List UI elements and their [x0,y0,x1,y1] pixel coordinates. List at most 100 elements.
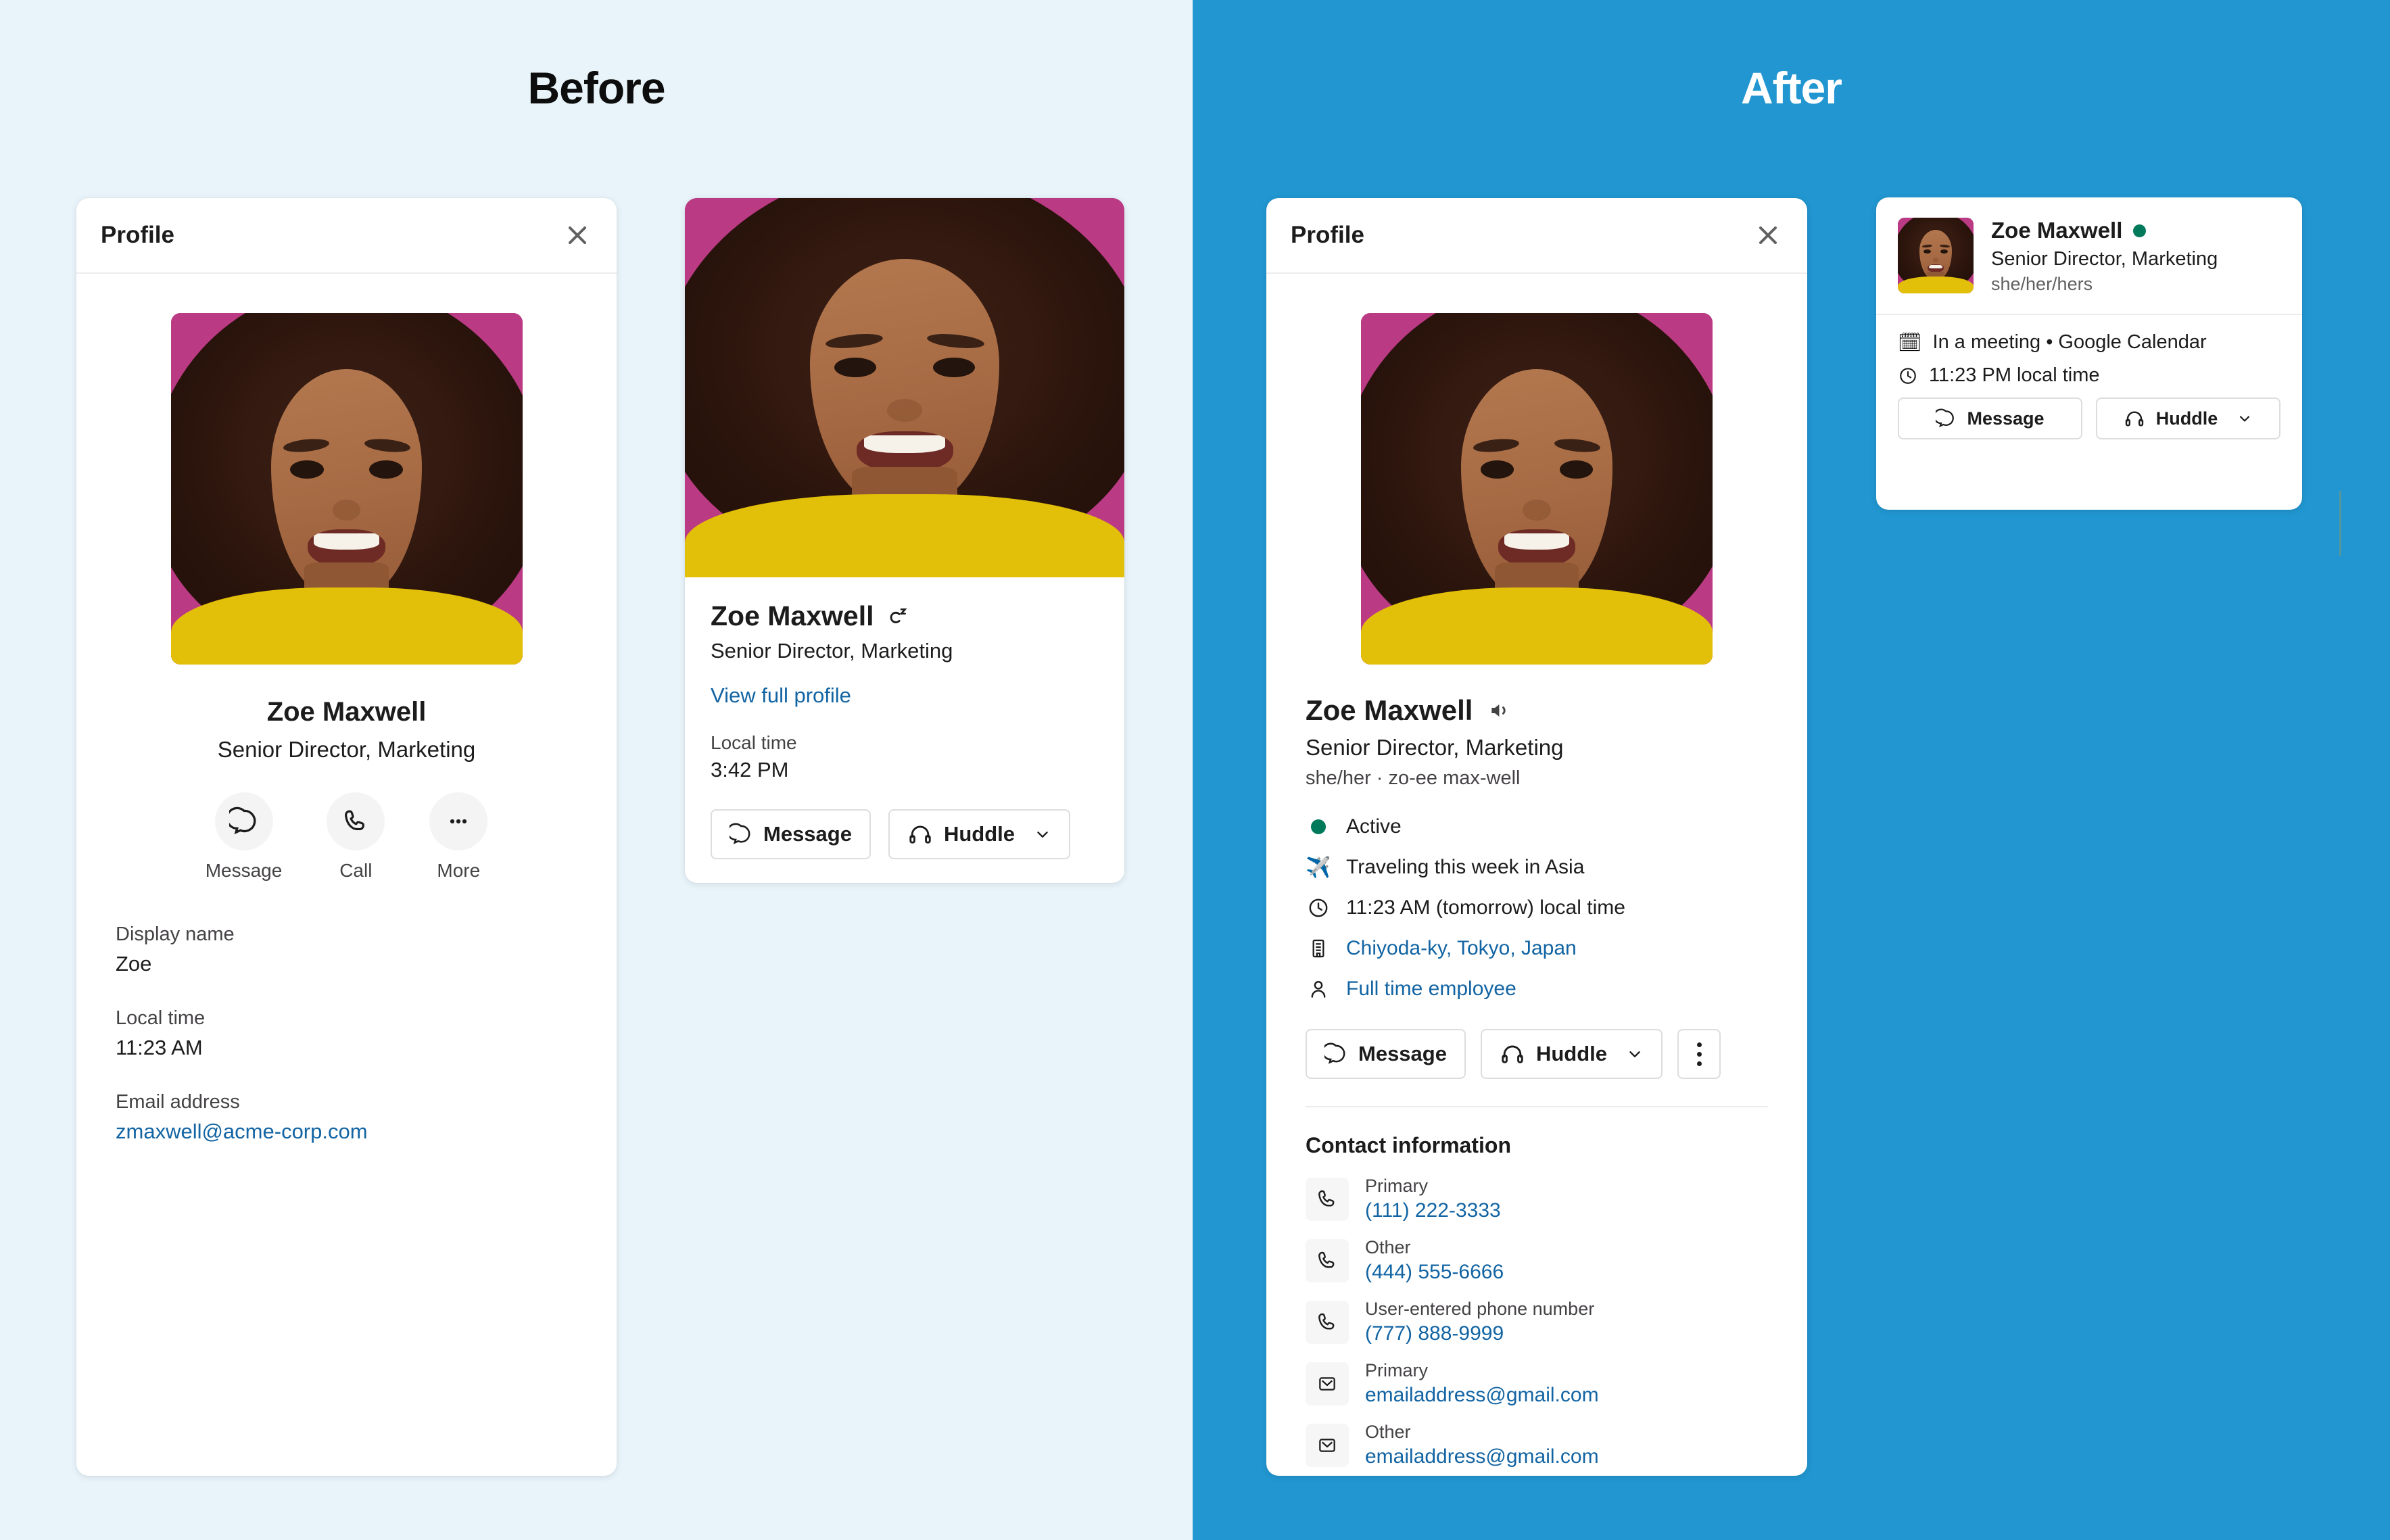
field-value: 11:23 AM [116,1036,203,1059]
envelope-icon [1306,1362,1349,1405]
profile-job-title: Senior Director, Marketing [711,639,953,663]
section-divider [1306,1106,1768,1107]
message-button-label: Message [1358,1042,1447,1065]
field-email-address: Email address zmaxwell@acme-corp.com [116,1091,577,1144]
headphones-icon [1502,1045,1523,1063]
field-local-time: Local time 11:23 AM [116,1007,577,1060]
local-time-label: Local time [711,732,797,753]
location-link[interactable]: Chiyoda-ky, Tokyo, Japan [1346,937,1577,960]
meta-text: Traveling this week in Asia [1346,856,1585,878]
employment-link[interactable]: Full time employee [1346,978,1516,1001]
presence-dot-icon [2133,224,2147,237]
message-button[interactable]: Message [1306,1029,1466,1079]
call-button-label: Call [339,860,373,881]
airplane-emoji-icon: ✈️ [1306,856,1331,879]
clock-icon [1900,367,1916,384]
close-icon[interactable] [1753,220,1783,250]
contact-value-link[interactable]: emailaddress@gmail.com [1365,1384,1599,1407]
call-button[interactable]: Call [327,792,385,882]
after-hover-card: Zoe Maxwell Senior Director, Marketing s… [1876,197,2302,510]
contact-row: Other (444) 555-6666 [1306,1237,1768,1284]
contact-label: Primary [1365,1360,1428,1380]
field-label: Local time [116,1007,206,1029]
name-row: Zoe Maxwell [1991,218,2218,243]
contact-row: User-entered phone number (777) 888-9999 [1306,1299,1768,1345]
message-button[interactable]: Message [206,792,282,882]
message-icon [214,792,273,850]
speaker-icon[interactable] [1487,698,1513,723]
profile-job-title: Senior Director, Marketing [1991,248,2218,270]
field-value: Zoe [116,952,152,976]
profile-name: Zoe Maxwell [1306,694,1473,726]
name-row: Zoe Maxwell [711,600,1099,632]
more-button[interactable]: More [429,792,488,882]
local-time-row: 11:23 PM local time [1898,364,2280,387]
meta-row-location[interactable]: Chiyoda-ky, Tokyo, Japan [1306,936,1768,961]
overflow-menu-button[interactable] [1677,1029,1721,1079]
profile-pronouns: she/her/hers [1991,274,2093,294]
profile-name: Zoe Maxwell [266,697,427,727]
profile-job-title: Senior Director, Marketing [217,737,476,762]
avatar [685,198,1124,577]
card-header: Profile [1266,198,1807,274]
headphones-icon [2125,411,2143,427]
meta-row-local-time: 11:23 AM (tomorrow) local time [1306,895,1768,921]
avatar [1361,313,1713,665]
local-time-value: 3:42 PM [711,758,789,781]
profile-action-buttons: Message Huddle [1306,1029,1768,1079]
field-display-name: Display name Zoe [116,923,577,976]
meta-row-presence: Active [1306,814,1768,840]
contact-list: Primary (111) 222-3333 Other (444) 555-6… [1306,1176,1768,1468]
after-profile-card: Profile Zoe Maxwell Senior Director, Mar… [1266,198,1807,1476]
hover-card-buttons: Message Huddle [1898,398,2280,439]
contact-label: User-entered phone number [1365,1299,1595,1319]
meta-row-status: ✈️ Traveling this week in Asia [1306,855,1768,880]
meta-row-employment[interactable]: Full time employee [1306,976,1768,1002]
contact-row: Primary (111) 222-3333 [1306,1176,1768,1222]
person-icon [1306,976,1331,1002]
card-header: Profile [76,198,617,274]
email-link[interactable]: zmaxwell@acme-corp.com [116,1120,577,1144]
huddle-button[interactable]: Huddle [1480,1029,1663,1079]
huddle-button-label: Huddle [2155,408,2218,429]
huddle-button[interactable]: Huddle [2096,398,2280,439]
view-full-profile-link[interactable]: View full profile [711,683,1099,708]
meta-text: Active [1346,815,1402,838]
contact-row: Other emailaddress@gmail.com [1306,1422,1768,1468]
chevron-down-icon[interactable] [2237,410,2253,427]
avatar [170,313,523,665]
clock-icon [1306,895,1331,921]
contact-value-link[interactable]: emailaddress@gmail.com [1365,1445,1599,1468]
phone-icon [1306,1177,1349,1221]
panel-title-before: Before [527,63,665,113]
panel-title-after: After [1740,63,1842,113]
chevron-down-icon[interactable] [1626,1045,1644,1063]
message-button-label: Message [763,822,852,846]
huddle-button-label: Huddle [943,822,1015,846]
meta-text: 11:23 AM (tomorrow) local time [1346,896,1625,919]
field-label: Display name [116,923,235,945]
chevron-down-icon[interactable] [1034,825,1051,843]
contact-label: Other [1365,1237,1411,1257]
message-button-label: Message [1967,408,2045,429]
close-icon[interactable] [563,220,592,250]
message-button[interactable]: Message [1898,398,2082,439]
phone-icon [1306,1238,1349,1282]
more-button-label: More [437,860,481,881]
contact-value-link[interactable]: (111) 222-3333 [1365,1199,1501,1222]
more-icon [429,792,488,850]
profile-action-row: Message Call More [116,792,577,882]
contact-value-link[interactable]: (777) 888-9999 [1365,1322,1594,1345]
phone-icon [327,792,385,850]
before-profile-card: Profile Zoe Maxwell Senior Director, Mar… [76,198,617,1476]
contact-value-link[interactable]: (444) 555-6666 [1365,1261,1504,1284]
presence-dot-icon [1306,814,1331,840]
profile-meta-list: Active ✈️ Traveling this week in Asia 11… [1306,814,1768,1002]
huddle-button[interactable]: Huddle [888,809,1071,859]
avatar [1898,218,1974,293]
profile-fields: Display name Zoe Local time 11:23 AM Ema… [116,923,577,1144]
envelope-icon [1306,1423,1349,1467]
calendar-emoji-icon: 🗓 [1898,331,1922,353]
message-icon [730,823,750,844]
message-button[interactable]: Message [711,809,871,859]
